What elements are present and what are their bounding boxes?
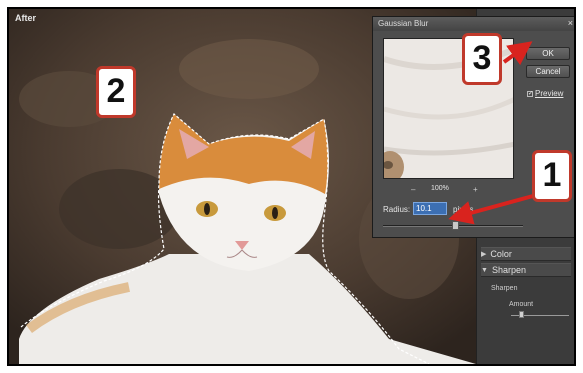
- callout-1: 1: [532, 150, 572, 202]
- amount-slider-knob[interactable]: [519, 311, 524, 318]
- color-section-header[interactable]: ▶ Color: [481, 247, 571, 261]
- sharpen-sub-label: Sharpen: [491, 285, 518, 292]
- dialog-title-bar[interactable]: Gaussian Blur ×: [373, 17, 574, 31]
- zoom-in-button[interactable]: +: [473, 185, 478, 194]
- zoom-percentage: 100%: [431, 185, 449, 192]
- color-section-label: Color: [490, 249, 512, 259]
- collapse-triangle-icon: ▶: [481, 251, 487, 258]
- checkmark-icon: ✓: [527, 90, 534, 97]
- sharpen-section-header[interactable]: ▼ Sharpen: [481, 263, 571, 277]
- preview-label: Preview: [535, 89, 564, 98]
- zoom-out-button[interactable]: –: [411, 185, 415, 194]
- callout-2: 2: [96, 66, 136, 118]
- amount-label: Amount: [509, 301, 534, 308]
- ok-button[interactable]: OK: [526, 47, 570, 60]
- radius-input[interactable]: 10.1: [413, 202, 447, 215]
- close-icon[interactable]: ×: [568, 18, 573, 28]
- callout-3: 3: [462, 33, 502, 85]
- radius-label: Radius:: [383, 205, 411, 214]
- cancel-button[interactable]: Cancel: [526, 65, 570, 78]
- preview-checkbox[interactable]: ✓ Preview: [527, 89, 563, 98]
- sharpen-section-label: Sharpen: [491, 265, 526, 275]
- expand-triangle-icon: ▼: [481, 266, 488, 274]
- radius-unit: pixels: [453, 205, 474, 214]
- after-label: After: [15, 13, 37, 23]
- radius-slider-knob[interactable]: [452, 221, 459, 230]
- dialog-title: Gaussian Blur: [378, 19, 429, 28]
